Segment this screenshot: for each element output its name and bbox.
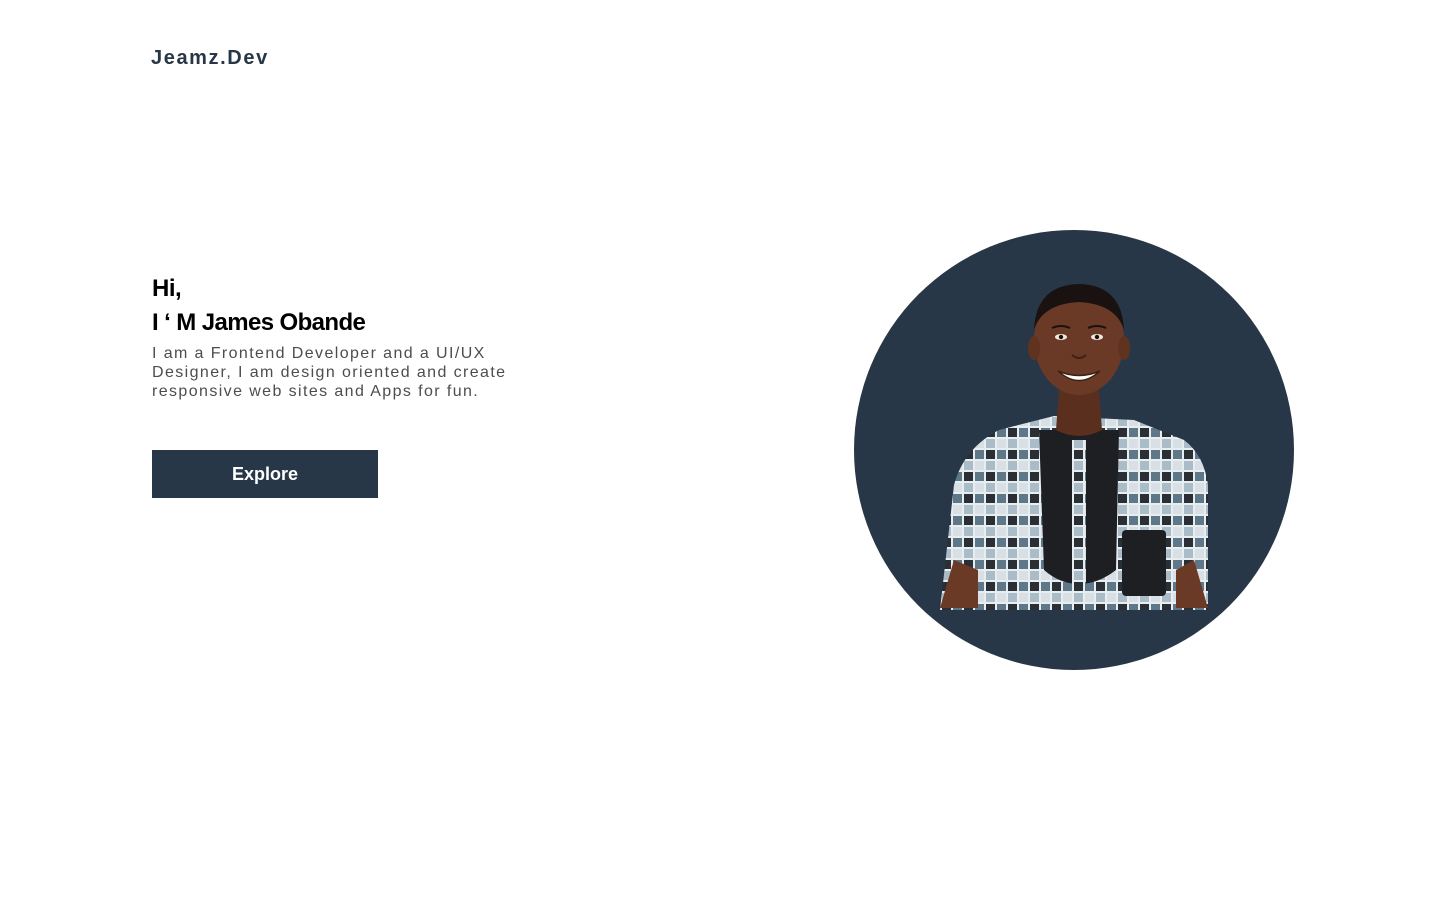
profile-photo (854, 230, 1294, 670)
profile-photo-illustration (940, 284, 1208, 610)
hero-name: I ‘ M James Obande (152, 309, 366, 336)
hero-text: Hi, I ‘ M James Obande I am a Frontend D… (152, 274, 552, 401)
site-logo[interactable]: Jeamz.Dev (151, 47, 269, 70)
explore-button[interactable]: Explore (152, 450, 378, 498)
landing-page: Jeamz.Dev Hi, I ‘ M James Obande I am a … (0, 0, 1440, 900)
hero-greeting: Hi, (152, 275, 182, 302)
hero-bio: I am a Frontend Developer and a UI/UX De… (152, 345, 507, 400)
